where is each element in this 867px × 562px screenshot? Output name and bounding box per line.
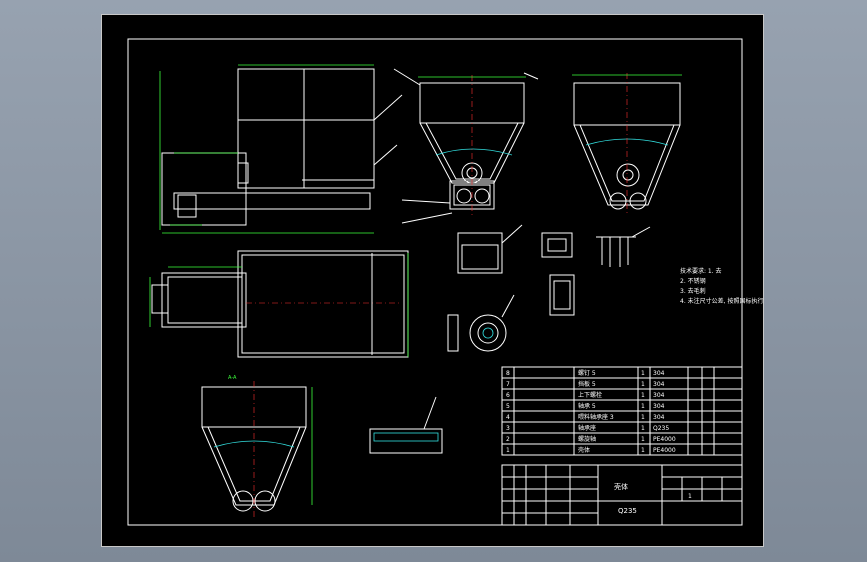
note-4: 4. 未注尺寸公差, 按照国标执行 [680, 297, 763, 305]
bom-qty: 1 [641, 447, 645, 454]
section-label: A-A [228, 375, 237, 381]
bom-name: 轴承座 [578, 424, 596, 432]
material: Q235 [618, 507, 637, 515]
part-name: 壳体 [614, 482, 628, 491]
cad-viewport: A-A 技术要求: 1. 去 2. 不锈钢 3. 去毛刺 4. 未注尺寸公差, … [0, 0, 867, 562]
bom-name: 壳体 [578, 446, 590, 454]
front-view [393, 68, 539, 224]
bom-mat: PE4000 [653, 447, 676, 454]
bom-name: 挡板 5 [578, 380, 596, 388]
bom-no: 8 [506, 370, 510, 377]
detail-parts [447, 224, 651, 352]
bom-mat: 304 [653, 370, 665, 377]
bom-no: 7 [506, 381, 510, 388]
bom-no: 5 [506, 403, 510, 410]
title-block: 壳体 Q235 1 [501, 464, 743, 526]
bom-name: 喂料轴承座 3 [578, 413, 614, 421]
bom-name: 螺旋轴 [578, 435, 596, 443]
bom-no: 2 [506, 436, 510, 443]
quantity: 1 [688, 493, 692, 500]
bom-table: 8 螺钉 5 1 304 7 挡板 5 1 304 6 上下螺栓 1 304 5… [501, 366, 743, 456]
bom-no: 3 [506, 425, 510, 432]
bom-mat: 304 [653, 381, 665, 388]
bom-mat: Q235 [653, 425, 669, 432]
bom-name: 轴承 5 [578, 402, 596, 410]
bom-mat: 304 [653, 392, 665, 399]
bom-no: 4 [506, 414, 510, 421]
bom-mat: 304 [653, 414, 665, 421]
bom-no: 1 [506, 447, 510, 454]
bom-qty: 1 [641, 381, 645, 388]
bom-qty: 1 [641, 436, 645, 443]
section-view: A-A [201, 375, 443, 517]
bom-name: 螺钉 5 [578, 369, 596, 377]
bom-qty: 1 [641, 403, 645, 410]
bom-qty: 1 [641, 414, 645, 421]
note-1: 技术要求: 1. 去 [680, 267, 722, 275]
technical-notes: 技术要求: 1. 去 2. 不锈钢 3. 去毛刺 4. 未注尺寸公差, 按照国标… [680, 267, 763, 305]
plan-view [149, 250, 409, 358]
bom-name: 上下螺栓 [578, 391, 602, 399]
bom-qty: 1 [641, 370, 645, 377]
side-view [159, 64, 403, 234]
bom-no: 6 [506, 392, 510, 399]
note-3: 3. 去毛刺 [680, 287, 706, 295]
note-2: 2. 不锈钢 [680, 277, 706, 285]
right-view [572, 73, 682, 215]
bom-qty: 1 [641, 392, 645, 399]
drawing-canvas: A-A 技术要求: 1. 去 2. 不锈钢 3. 去毛刺 4. 未注尺寸公差, … [127, 38, 763, 526]
bom-mat: 304 [653, 403, 665, 410]
drawing-sheet: A-A 技术要求: 1. 去 2. 不锈钢 3. 去毛刺 4. 未注尺寸公差, … [101, 14, 764, 547]
bom-qty: 1 [641, 425, 645, 432]
bom-mat: PE4000 [653, 436, 676, 443]
